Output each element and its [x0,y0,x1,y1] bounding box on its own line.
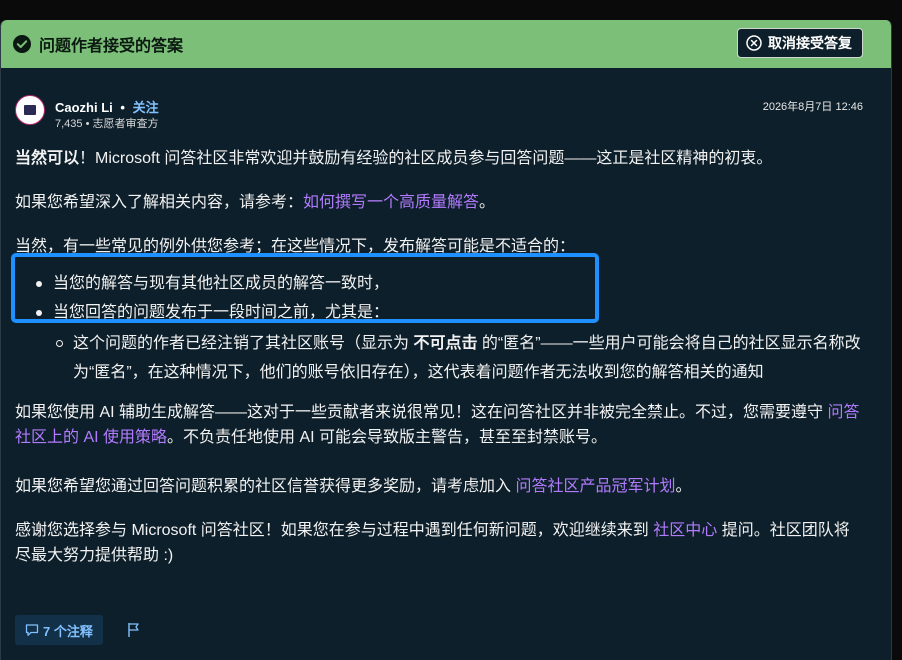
list-item-text: 当您回答的问题发布于一段时间之前，尤其是： [53,304,390,321]
paragraph-reference: 如果您希望深入了解相关内容，请参考：如何撰写一个高质量解答。 [15,190,865,215]
post-date: 2026年8月7日 12:46 [762,101,863,113]
comments-button[interactable]: 7 个注释 [15,615,103,645]
ai-policy-end: 。不负责任地使用 AI 可能会导致版主警告，甚至至封禁账号。 [167,429,608,446]
sub-list-item: 这个问题的作者已经注销了其社区账号（显示为 不可点击 的“匿名”——一些用户可能… [53,329,865,387]
sub-list: 这个问题的作者已经注销了其社区账号（显示为 不可点击 的“匿名”——一些用户可能… [53,329,865,387]
list-item: 当您的解答与现有其他社区成员的解答一致时， [15,271,865,296]
champion-end: 。 [675,478,692,495]
comments-label: 7 个注释 [43,623,93,639]
paragraph-intro: 当然可以！Microsoft 问答社区非常欢迎并鼓励有经验的社区成员参与回答问题… [15,146,865,171]
author-name[interactable]: Caozhi Li [55,100,113,115]
champion-program-link[interactable]: 问答社区产品冠军计划 [515,478,675,495]
avatar[interactable] [15,95,45,125]
unaccept-answer-button[interactable]: 取消接受答复 [737,28,863,58]
sub-item-text-a: 这个问题的作者已经注销了其社区账号（显示为 [73,335,414,352]
follow-button[interactable]: 关注 [133,100,159,115]
accepted-answer-panel: 问题作者接受的答案 取消接受答复 Caozhi Li • 关注 7,435 • … [0,20,892,660]
flag-icon[interactable] [127,622,141,638]
community-center-link[interactable]: 社区中心 [653,522,717,539]
paragraph-exceptions: 当然，有一些常见的例外供您参考；在这些情况下，发布解答可能是不适合的： [15,238,576,255]
author-separator: • [120,100,125,115]
window-corner [892,0,902,14]
paragraph-thanks: 感谢您选择参与 Microsoft 问答社区！如果您在参与过程中遇到任何新问题，… [15,518,865,568]
intro-rest: ！Microsoft 问答社区非常欢迎并鼓励有经验的社区成员参与回答问题——这正… [79,150,773,167]
check-circle-icon [13,35,31,53]
ai-policy-text: 如果您使用 AI 辅助生成解答——这对于一些贡献者来说很常见！这在问答社区并非被… [15,404,828,421]
reference-end: 。 [479,194,496,211]
comment-icon [25,624,39,636]
intro-bold: 当然可以 [15,150,80,167]
champion-text: 如果您希望您通过回答问题积累的社区信誉获得更多奖励，请考虑加入 [15,478,516,495]
accepted-answer-title: 问题作者接受的答案 [39,38,184,55]
answer-content: Caozhi Li • 关注 7,435 • 志愿者审查方 2026年8月7日 … [15,92,875,645]
exceptions-list: 当您的解答与现有其他社区成员的解答一致时， 当您回答的问题发布于一段时间之前，尤… [15,271,865,387]
quality-answer-link[interactable]: 如何撰写一个高质量解答 [303,194,479,211]
unaccept-answer-label: 取消接受答复 [768,35,852,51]
paragraph-champion: 如果您希望您通过回答问题积累的社区信誉获得更多奖励，请考虑加入 问答社区产品冠军… [15,474,865,499]
list-item: 当您回答的问题发布于一段时间之前，尤其是： 这个问题的作者已经注销了其社区账号（… [15,300,865,387]
author-row: Caozhi Li • 关注 7,435 • 志愿者审查方 2026年8月7日 … [15,92,875,130]
sub-item-bold: 不可点击 [413,335,478,352]
list-item-text: 当您的解答与现有其他社区成员的解答一致时， [53,275,390,292]
paragraph-ai-policy: 如果您使用 AI 辅助生成解答——这对于一些贡献者来说很常见！这在问答社区并非被… [15,400,865,450]
avatar-image [24,105,36,115]
author-meta: 7,435 • 志愿者审查方 [55,118,159,130]
close-circle-icon [746,35,762,51]
reference-text: 如果您希望深入了解相关内容，请参考： [15,194,304,211]
thanks-text: 感谢您选择参与 Microsoft 问答社区！如果您在参与过程中遇到任何新问题，… [15,522,654,539]
accepted-answer-bar: 问题作者接受的答案 取消接受答复 [1,20,891,68]
author-name-line: Caozhi Li • 关注 [55,97,159,116]
